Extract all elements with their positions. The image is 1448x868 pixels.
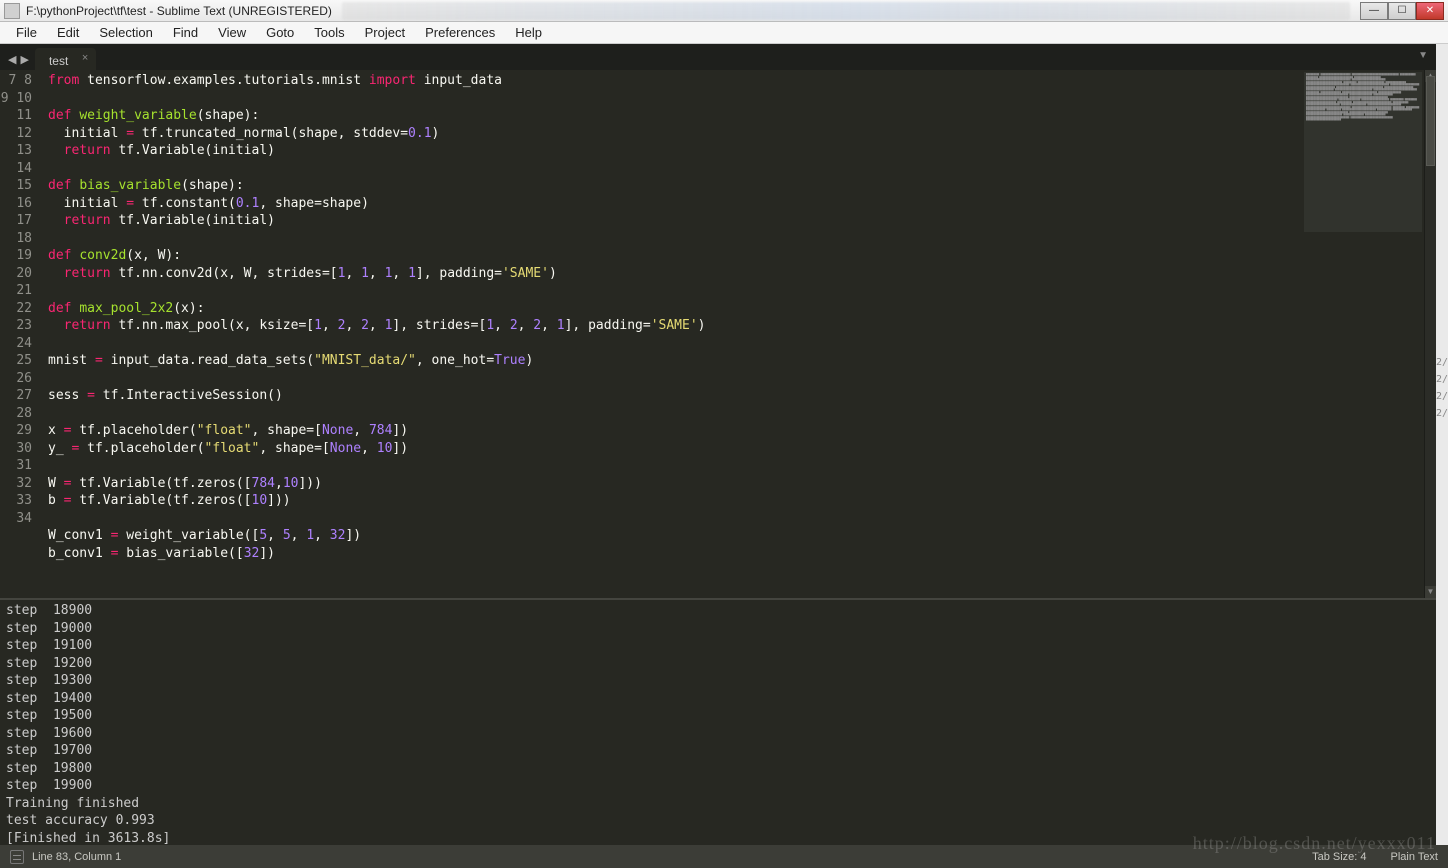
- tab-close-icon[interactable]: ×: [82, 52, 88, 64]
- status-tabsize[interactable]: Tab Size: 4: [1312, 851, 1366, 863]
- menu-preferences[interactable]: Preferences: [415, 23, 505, 42]
- menu-find[interactable]: Find: [163, 23, 208, 42]
- maximize-button[interactable]: ☐: [1388, 2, 1416, 20]
- scroll-thumb[interactable]: [1426, 76, 1435, 166]
- close-button[interactable]: ✕: [1416, 2, 1444, 20]
- window-controls: — ☐ ✕: [1360, 2, 1444, 20]
- menu-tools[interactable]: Tools: [304, 23, 354, 42]
- menu-selection[interactable]: Selection: [89, 23, 162, 42]
- taskbar-blur: [342, 2, 1350, 20]
- menu-view[interactable]: View: [208, 23, 256, 42]
- tab-row: ◀ ▶ test × ▼: [0, 44, 1436, 70]
- line-gutter: 7 8 9 10 11 12 13 14 15 16 17 18 19 20 2…: [0, 70, 42, 598]
- tab-overflow-icon[interactable]: ▼: [1418, 50, 1428, 61]
- minimize-button[interactable]: —: [1360, 2, 1388, 20]
- menu-file[interactable]: File: [6, 23, 47, 42]
- editor-frame: ◀ ▶ test × ▼ 7 8 9 10 11 12 13 14 15 16 …: [0, 44, 1436, 845]
- minimap[interactable]: ███████████ █████████████████████████ ██…: [1304, 72, 1422, 232]
- vertical-scrollbar[interactable]: ▲ ▼: [1424, 70, 1436, 598]
- tab-label: test: [49, 54, 68, 68]
- tab-nav-arrows: ◀ ▶: [6, 53, 35, 70]
- code-editor[interactable]: 7 8 9 10 11 12 13 14 15 16 17 18 19 20 2…: [0, 70, 1436, 598]
- side-annotations: 2/ 2/ 2/ 2/: [1436, 354, 1448, 422]
- tab-next-icon[interactable]: ▶: [20, 53, 28, 66]
- menu-edit[interactable]: Edit: [47, 23, 89, 42]
- tab-prev-icon[interactable]: ◀: [8, 53, 16, 66]
- statusbar: Line 83, Column 1 Tab Size: 4 Plain Text: [0, 845, 1448, 868]
- status-linecol[interactable]: Line 83, Column 1: [32, 851, 121, 863]
- menubar: FileEditSelectionFindViewGotoToolsProjec…: [0, 22, 1448, 44]
- menu-project[interactable]: Project: [355, 23, 415, 42]
- titlebar: F:\pythonProject\tf\test - Sublime Text …: [0, 0, 1448, 22]
- window-title: F:\pythonProject\tf\test - Sublime Text …: [26, 4, 332, 18]
- status-syntax[interactable]: Plain Text: [1391, 851, 1439, 863]
- app-icon: [4, 3, 20, 19]
- scroll-down-icon[interactable]: ▼: [1425, 586, 1436, 598]
- tab-test[interactable]: test ×: [35, 48, 96, 70]
- right-scroll-track: 2/ 2/ 2/ 2/: [1436, 44, 1448, 845]
- menu-help[interactable]: Help: [505, 23, 552, 42]
- build-console[interactable]: step 18900 step 19000 step 19100 step 19…: [0, 600, 1436, 845]
- menu-goto[interactable]: Goto: [256, 23, 304, 42]
- code-view[interactable]: from tensorflow.examples.tutorials.mnist…: [42, 70, 1436, 598]
- status-menu-icon[interactable]: [10, 850, 24, 864]
